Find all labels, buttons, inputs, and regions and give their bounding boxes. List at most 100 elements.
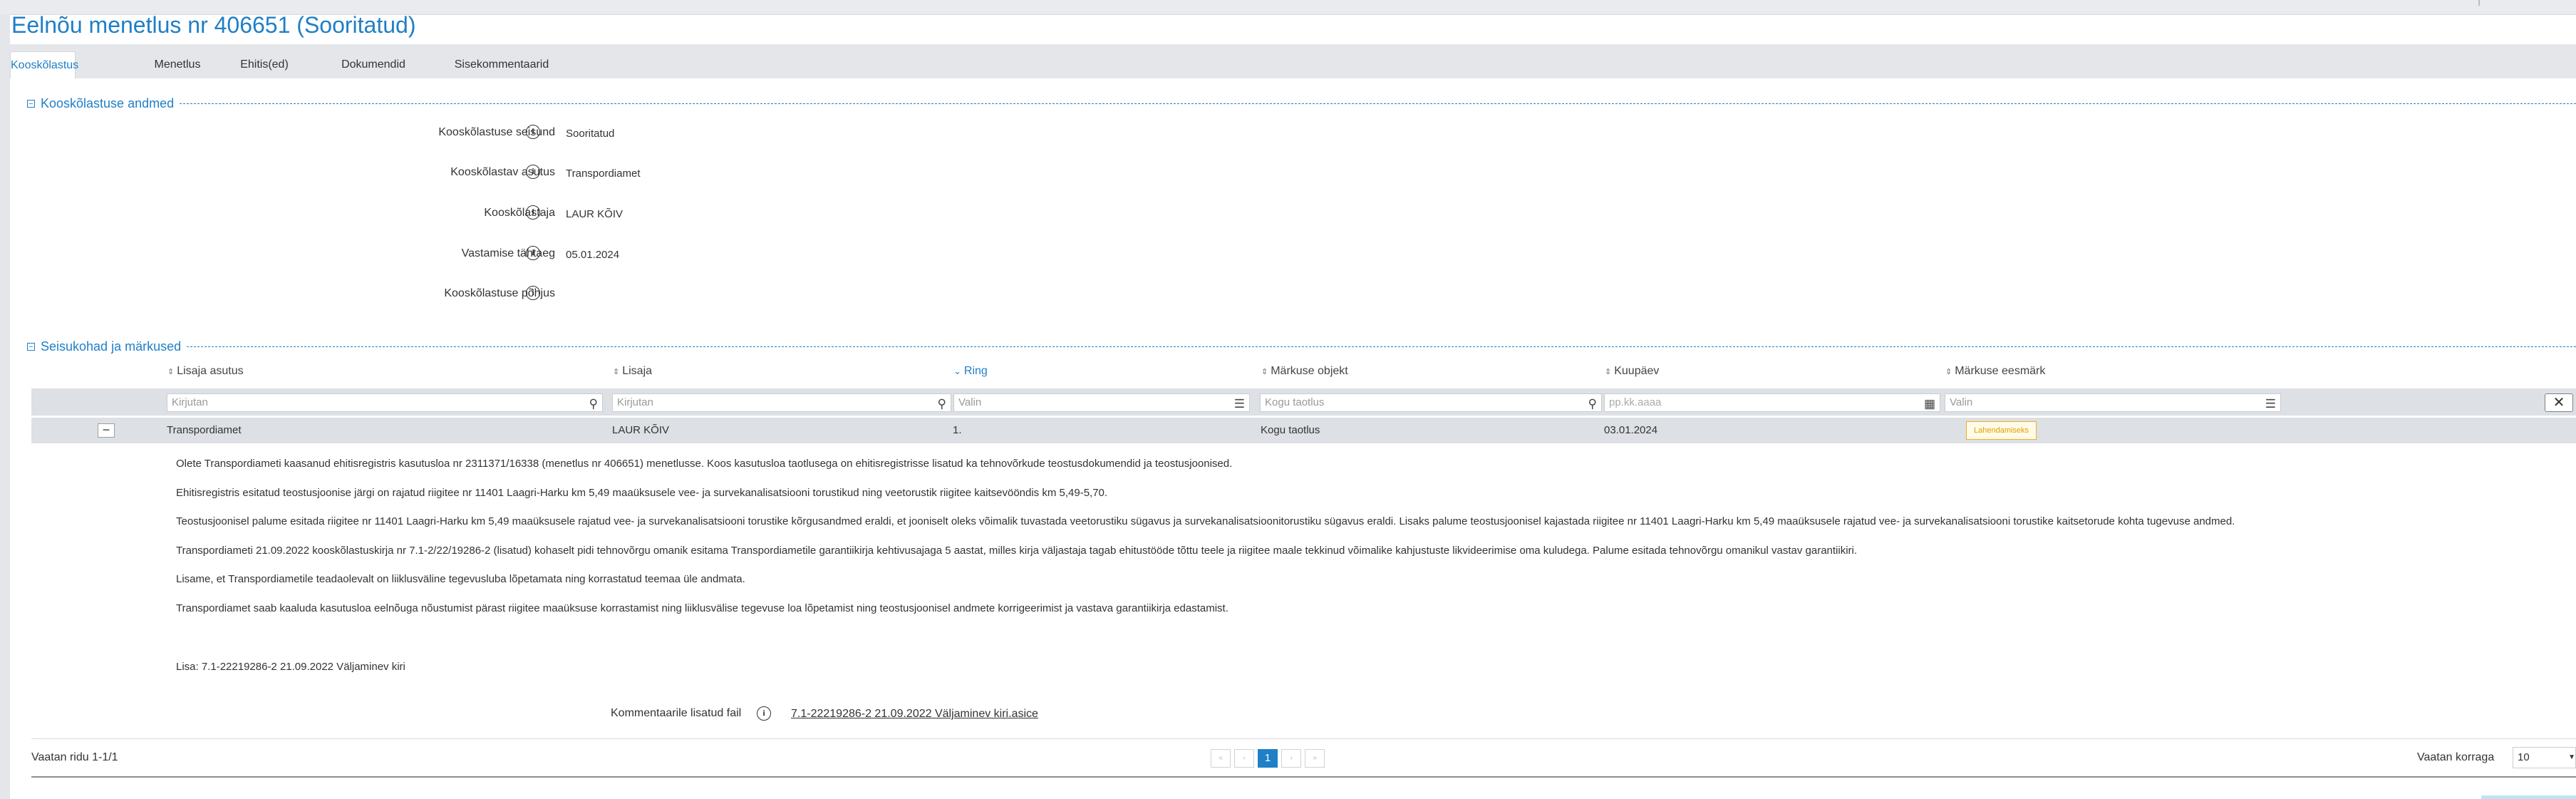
minus-icon: − [102,423,110,437]
field-label: Vastamise tähtaeg [461,247,555,259]
attachment-file-link[interactable]: 7.1-22219286-2 21.09.2022 Väljaminev kir… [791,708,1038,721]
field-value: Transpordiamet [566,167,641,180]
tab-kooskolastus[interactable]: Kooskõlastus [10,51,78,79]
table-footer: Vaatan ridu 1-1/1 « ‹ 1 › » Vaatan korra… [31,738,2576,778]
search-icon[interactable]: ⚲ [938,396,946,413]
column-header-date[interactable]: ⇕ Kuupäev [1605,365,1659,378]
sort-icon: ⇕ [1605,368,1612,376]
section-divider [180,103,2576,104]
cell-author: LAUR KÕIV [612,424,670,436]
sort-icon: ⇕ [167,368,175,376]
filter-placeholder: Valin [1950,396,1973,408]
per-page-label: Vaatan korraga [2417,751,2495,763]
column-header-purpose[interactable]: ⇕ Märkuse eesmärk [1945,365,2045,378]
column-header-author[interactable]: ⇕ Lisaja [613,365,652,378]
field-row-deadline: Vastamise tähtaeg i 05.01.2024 [10,245,865,264]
filter-institution-input[interactable]: Kirjutan ⚲ [167,393,603,412]
field-value: Sooritatud [566,128,615,140]
first-page-button[interactable]: « [1211,749,1231,768]
field-row-approver: Kooskõlastaja i LAUR KÕIV [10,205,865,223]
filter-author-input[interactable]: Kirjutan ⚲ [612,393,951,412]
filter-placeholder: Kirjutan [617,396,653,408]
cell-institution: Transpordiamet [167,424,242,436]
filter-bar: Kirjutan ⚲ Kirjutan ⚲ Valin ☰ Kogu taotlus ⚲… [31,388,2576,416]
tab-sisekommentaarid[interactable]: Sisekommentaarid [434,51,569,78]
sort-icon: ⇕ [1261,368,1268,376]
approval-section-title: Kooskõlastuse andmed [41,96,175,110]
page-number-button[interactable]: 1 [1258,749,1278,768]
top-bar-divider [2478,0,2480,6]
info-icon[interactable]: i [526,205,540,220]
column-header-institution[interactable]: ⇕ Lisaja asutus [167,365,244,378]
cell-object: Kogu taotlus [1261,424,1320,436]
prev-page-button[interactable]: ‹ [1234,749,1254,768]
attachment-label: Kommentaarile lisatud fail [611,707,742,719]
column-header-label: Märkuse objekt [1271,365,1348,377]
sort-icon: ⇕ [1945,368,1952,376]
column-header-label: Lisaja [622,365,653,377]
per-page-value: 10 [2518,751,2530,763]
remark-paragraph: Transpordiameti 21.09.2022 kooskõlastusk… [176,545,1858,557]
sort-icon: ⇕ [613,368,620,376]
rows-info: Vaatan ridu 1-1/1 [31,751,118,763]
search-icon[interactable]: ⚲ [1588,396,1597,413]
column-header-object[interactable]: ⇕ Märkuse objekt [1261,365,1348,378]
search-icon[interactable]: ⚲ [589,396,598,413]
info-icon[interactable]: i [526,125,540,139]
info-icon[interactable]: i [757,706,771,721]
field-label: Kooskõlastaja [484,207,555,219]
info-icon[interactable]: i [526,246,540,260]
tab-menetlus[interactable]: Menetlus [138,51,217,78]
approval-section-header: − Kooskõlastuse andmed [27,95,2576,112]
left-gutter [0,14,10,799]
chevron-down-icon: ▼ [2568,753,2575,761]
filter-date-input[interactable]: pp.kk.aaaa ▦ [1604,393,1940,412]
info-icon[interactable]: i [526,165,540,179]
tab-bar: Kooskõlastus Menetlus Ehitis(ed) Dokumen… [10,44,2576,79]
remark-paragraph: Ehitisregistris esitatud teostusjoonise … [176,487,1108,499]
remarks-section-title: Seisukohad ja märkused [41,339,182,354]
cell-round: 1. [953,424,962,436]
remark-paragraph: Teostusjoonisel palume esitada riigitee … [176,515,2235,527]
filter-round-select[interactable]: Valin ☰ [953,393,1250,412]
column-header-round[interactable]: ⌄ Ring [953,365,988,378]
bottom-action-button[interactable] [2481,795,2576,799]
section-divider [187,346,2576,347]
sort-desc-icon: ⌄ [953,366,961,376]
column-header-label: Lisaja asutus [177,365,244,377]
filter-placeholder: Kirjutan [172,396,208,408]
filter-object-input[interactable]: Kogu taotlus ⚲ [1260,393,1602,412]
remark-paragraph: Transpordiamet saab kaaluda kasutusloa e… [176,602,1228,614]
close-icon: ✕ [2552,395,2565,411]
filter-purpose-select[interactable]: Valin ☰ [1945,393,2281,412]
field-row-status: Kooskõlastuse seisund i Sooritatud [10,124,865,143]
filter-placeholder: Kogu taotlus [1265,396,1325,408]
clear-filters-button[interactable]: ✕ [2545,393,2573,412]
filter-placeholder: Valin [958,396,982,408]
content-area: − Kooskõlastuse andmed Kooskõlastuse sei… [10,78,2576,799]
last-page-button[interactable]: » [1305,749,1325,768]
collapse-row-button[interactable]: − [98,423,115,438]
status-badge: Lahendamiseks [1966,421,2037,440]
remarks-section-header: − Seisukohad ja märkused [27,338,2576,355]
attachment-note: Lisa: 7.1-22219286-2 21.09.2022 Väljamin… [176,661,405,673]
list-icon[interactable]: ☰ [2265,396,2276,413]
column-header-label: Märkuse eesmärk [1955,365,2046,377]
next-page-button[interactable]: › [1281,749,1301,768]
field-row-reason: Kooskõlastuse põhjus i [10,285,865,304]
calendar-icon[interactable]: ▦ [1924,396,1935,413]
tab-dokumendid[interactable]: Dokumendid [324,51,423,78]
field-row-institution: Kooskõlastav asutus i Transpordiamet [10,164,865,182]
table-row[interactable]: − Transpordiamet LAUR KÕIV 1. Kogu taotl… [31,418,2576,443]
column-header-label: Ring [963,365,988,377]
page-title: Eelnõu menetlus nr 406651 (Sooritatud) [11,12,416,38]
tab-ehitised[interactable]: Ehitis(ed) [225,51,304,78]
filter-placeholder: pp.kk.aaaa [1609,396,1662,408]
info-icon[interactable]: i [526,286,540,300]
column-header-label: Kuupäev [1614,365,1660,377]
per-page-select[interactable]: 10 ▼ [2513,747,2576,768]
cell-date: 03.01.2024 [1604,424,1658,436]
list-icon[interactable]: ☰ [1234,396,1245,413]
collapse-toggle-icon[interactable]: − [27,342,35,351]
collapse-toggle-icon[interactable]: − [27,99,35,108]
